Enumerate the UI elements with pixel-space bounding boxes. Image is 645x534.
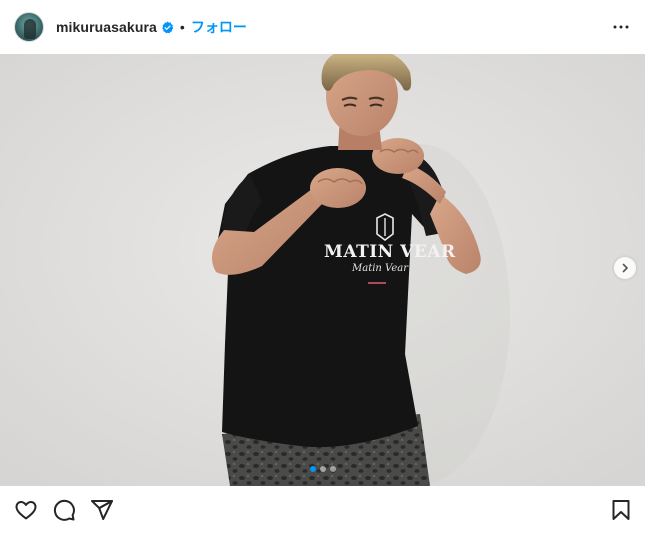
more-options-button[interactable] [609, 15, 633, 39]
carousel-dot [329, 466, 336, 472]
post-media[interactable]: MATIN VEAR Matin Vear [0, 54, 645, 486]
post-header: mikuruasakura • フォロー [0, 0, 645, 54]
carousel-next-button[interactable] [614, 257, 636, 279]
comment-button[interactable] [52, 498, 76, 522]
comment-icon [53, 499, 75, 521]
post-photo: MATIN VEAR Matin Vear [0, 54, 645, 486]
carousel-dot [319, 466, 326, 472]
save-button[interactable] [609, 498, 633, 522]
carousel-dot [309, 466, 316, 472]
separator-dot: • [179, 19, 185, 35]
bookmark-icon [612, 500, 630, 520]
follow-button[interactable]: フォロー [191, 17, 247, 37]
share-button[interactable] [90, 498, 114, 522]
username-link[interactable]: mikuruasakura [56, 19, 157, 35]
more-options-icon [613, 25, 629, 29]
carousel-indicator [0, 466, 645, 472]
heart-icon [15, 501, 37, 520]
shirt-print-script: Matin Vear [351, 263, 409, 274]
post-actions [0, 486, 645, 534]
verified-badge-icon [162, 20, 174, 33]
share-icon [91, 500, 113, 520]
like-button[interactable] [14, 498, 38, 522]
chevron-right-icon [622, 263, 629, 273]
avatar[interactable] [14, 12, 44, 42]
shirt-print-main: MATIN VEAR [324, 242, 456, 262]
